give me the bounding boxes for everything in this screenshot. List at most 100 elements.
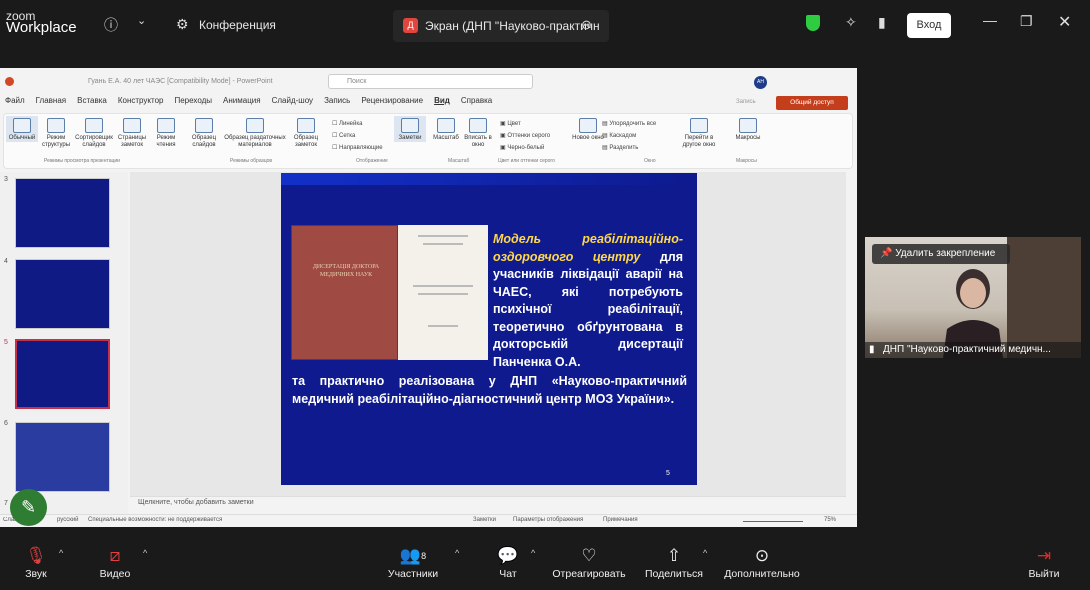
language-indicator[interactable]: русский	[57, 517, 79, 523]
status-notes-button[interactable]: Заметки	[473, 517, 496, 523]
bw-button[interactable]: ▣ Черно-белый	[500, 142, 550, 154]
view-notes-page-button[interactable]: Страницы заметок	[116, 116, 148, 149]
ppt-share-button[interactable]: Общий доступ	[776, 96, 848, 110]
slide-thumbnail-4[interactable]	[15, 259, 110, 329]
display-settings-button[interactable]: Параметры отображения	[513, 517, 583, 523]
annotate-pen-button[interactable]: ✎	[10, 489, 47, 526]
chat-options-chevron-icon[interactable]: ^	[531, 548, 535, 558]
video-button[interactable]: ⧄ Видео	[95, 544, 135, 580]
accessibility-status[interactable]: Специальные возможности: не поддерживает…	[88, 517, 222, 523]
slide-thumbnail-6[interactable]	[15, 422, 110, 492]
notes-button[interactable]: Заметки	[394, 116, 426, 142]
slide-thumbnail-3[interactable]	[15, 178, 110, 248]
menu-review[interactable]: Рецензирование	[361, 96, 423, 105]
slide-thumbnail-5[interactable]	[15, 339, 110, 409]
menu-slideshow[interactable]: Слайд-шоу	[272, 96, 313, 105]
restore-icon[interactable]: ❐	[1020, 13, 1033, 30]
security-shield-icon[interactable]	[806, 15, 820, 31]
menu-file[interactable]: Файл	[5, 96, 25, 105]
sparkle-icon[interactable]: ✧	[845, 14, 857, 31]
menu-help[interactable]: Справка	[461, 96, 492, 105]
notes-pane[interactable]: Щелкните, чтобы добавить заметки	[130, 496, 846, 511]
menu-animations[interactable]: Анимация	[223, 96, 261, 105]
share-options-chevron-icon[interactable]: ^	[703, 548, 707, 558]
guides-label: Направляющие	[339, 145, 383, 151]
view-sorter-button[interactable]: Сортировщик слайдов	[74, 116, 114, 149]
menu-insert[interactable]: Вставка	[77, 96, 107, 105]
menu-design[interactable]: Конструктор	[118, 96, 164, 105]
more-button[interactable]: ⊙ Дополнительно	[722, 544, 802, 580]
handout-master-button[interactable]: Образец раздаточных материалов	[222, 116, 288, 149]
participants-button[interactable]: 👥8 Участники	[386, 544, 440, 580]
menu-view[interactable]: Вид	[434, 96, 450, 105]
notes-master-button[interactable]: Образец заметок	[290, 116, 322, 149]
chat-button[interactable]: 💬 Чат	[495, 544, 521, 580]
arrange-all-button[interactable]: ▤ Упорядочить все	[602, 118, 656, 130]
chevron-down-icon[interactable]: ⌄	[137, 14, 146, 27]
show-group-label: Отображение	[356, 158, 388, 164]
switch-window-label: Перейти в другое окно	[682, 135, 716, 148]
chat-icon: 💬	[497, 546, 519, 565]
sign-in-button[interactable]: Вход	[907, 13, 951, 38]
slide-master-button[interactable]: Образец слайдов	[188, 116, 220, 149]
unpin-button[interactable]: 📌 Удалить закрепление	[872, 244, 1010, 264]
split-button[interactable]: ▤ Разделить	[602, 142, 656, 154]
record-button[interactable]: Запись	[736, 99, 756, 105]
view-normal-button[interactable]: Обычный	[6, 116, 38, 142]
minimize-icon[interactable]: —	[983, 12, 997, 28]
menu-transitions[interactable]: Переходы	[174, 96, 212, 105]
participants-options-chevron-icon[interactable]: ^	[455, 548, 459, 558]
macros-button[interactable]: Макросы	[732, 116, 764, 142]
switch-window-button[interactable]: Перейти в другое окно	[676, 116, 722, 149]
zoom-level[interactable]: 75%	[824, 517, 836, 523]
ruler-label: Линейка	[339, 121, 363, 127]
ppt-menu-bar: Файл Главная Вставка Конструктор Переходы Ани…	[0, 96, 857, 112]
leave-button[interactable]: ⇥ Выйти	[1026, 544, 1062, 580]
tab-conference[interactable]: ⚙ Конференция	[176, 16, 276, 34]
color-button[interactable]: ▣ Цвет	[500, 118, 550, 130]
fit-window-button[interactable]: Вписать в окно	[462, 116, 494, 149]
guides-checkbox[interactable]: ☐ Направляющие	[332, 142, 383, 154]
slide-number: 5	[666, 470, 670, 477]
dissertation-cover-image: ДИСЕРТАЦІЯ ДОКТОРА МЕДИЧНИХ НАУК	[291, 225, 398, 360]
grid-checkbox[interactable]: ☐ Сетка	[332, 130, 383, 142]
cascade-button[interactable]: ▤ Каскадом	[602, 130, 656, 142]
comments-button[interactable]: Примечания	[603, 517, 638, 523]
handout-master-label: Образец раздаточных материалов	[224, 135, 286, 148]
participant-video-tile[interactable]: 📌 Удалить закрепление ▮ ДНП "Науково-пра…	[865, 237, 1081, 358]
slide-master-label: Образец слайдов	[191, 135, 217, 148]
zoom-button[interactable]: Масштаб	[430, 116, 462, 142]
react-button[interactable]: ♡ Отреагировать	[551, 544, 627, 580]
shared-screen[interactable]: Гуань Е.А. 40 лет ЧАЭС [Compatibility Mo…	[0, 68, 857, 527]
zoom-slider[interactable]	[743, 521, 803, 522]
unpin-label: Удалить закрепление	[895, 248, 996, 259]
tab-screen-label: Экран (ДНП "Науково-практичн	[425, 19, 600, 33]
avatar[interactable]: АН	[754, 76, 767, 89]
slide-text-tail: для учасників ліквідації аварії на ЧАЕС,…	[493, 249, 683, 369]
ppt-search-input[interactable]: Поиск	[328, 74, 533, 89]
participants-icon: 👥8	[399, 546, 427, 565]
audio-options-chevron-icon[interactable]: ^	[59, 548, 63, 558]
tab-screen[interactable]: Д Экран (ДНП "Науково-практичн ⊖	[393, 10, 609, 42]
view-notes-page-label: Страницы заметок	[117, 135, 147, 148]
audio-label: Звук	[25, 568, 47, 580]
participants-count: 8	[421, 551, 427, 561]
more-options-icon[interactable]: ⊖	[581, 17, 592, 33]
view-reading-button[interactable]: Режим чтения	[150, 116, 182, 149]
video-options-chevron-icon[interactable]: ^	[143, 548, 147, 558]
current-slide[interactable]: ДИСЕРТАЦІЯ ДОКТОРА МЕДИЧНИХ НАУК Модель …	[281, 173, 697, 485]
menu-record[interactable]: Запись	[324, 96, 350, 105]
slide-thumbnails-pane[interactable]: 3 4 5 6 7	[0, 172, 128, 515]
masters-group-label: Режимы образцов	[230, 158, 273, 164]
info-icon[interactable]: ⓘ	[104, 15, 118, 35]
split-label: Разделить	[609, 145, 639, 151]
audio-button[interactable]: 🎙 Звук	[20, 544, 52, 580]
view-outline-button[interactable]: Режим структуры	[40, 116, 72, 149]
new-window-button[interactable]: Новое окно	[572, 116, 604, 142]
share-button[interactable]: ⇧ Поделиться	[644, 544, 704, 580]
grayscale-button[interactable]: ▣ Оттенки серого	[500, 130, 550, 142]
side-panel-icon[interactable]: ▮	[878, 14, 886, 31]
ruler-checkbox[interactable]: ☐ Линейка	[332, 118, 383, 130]
menu-home[interactable]: Главная	[36, 96, 66, 105]
close-icon[interactable]: ✕	[1058, 12, 1071, 32]
